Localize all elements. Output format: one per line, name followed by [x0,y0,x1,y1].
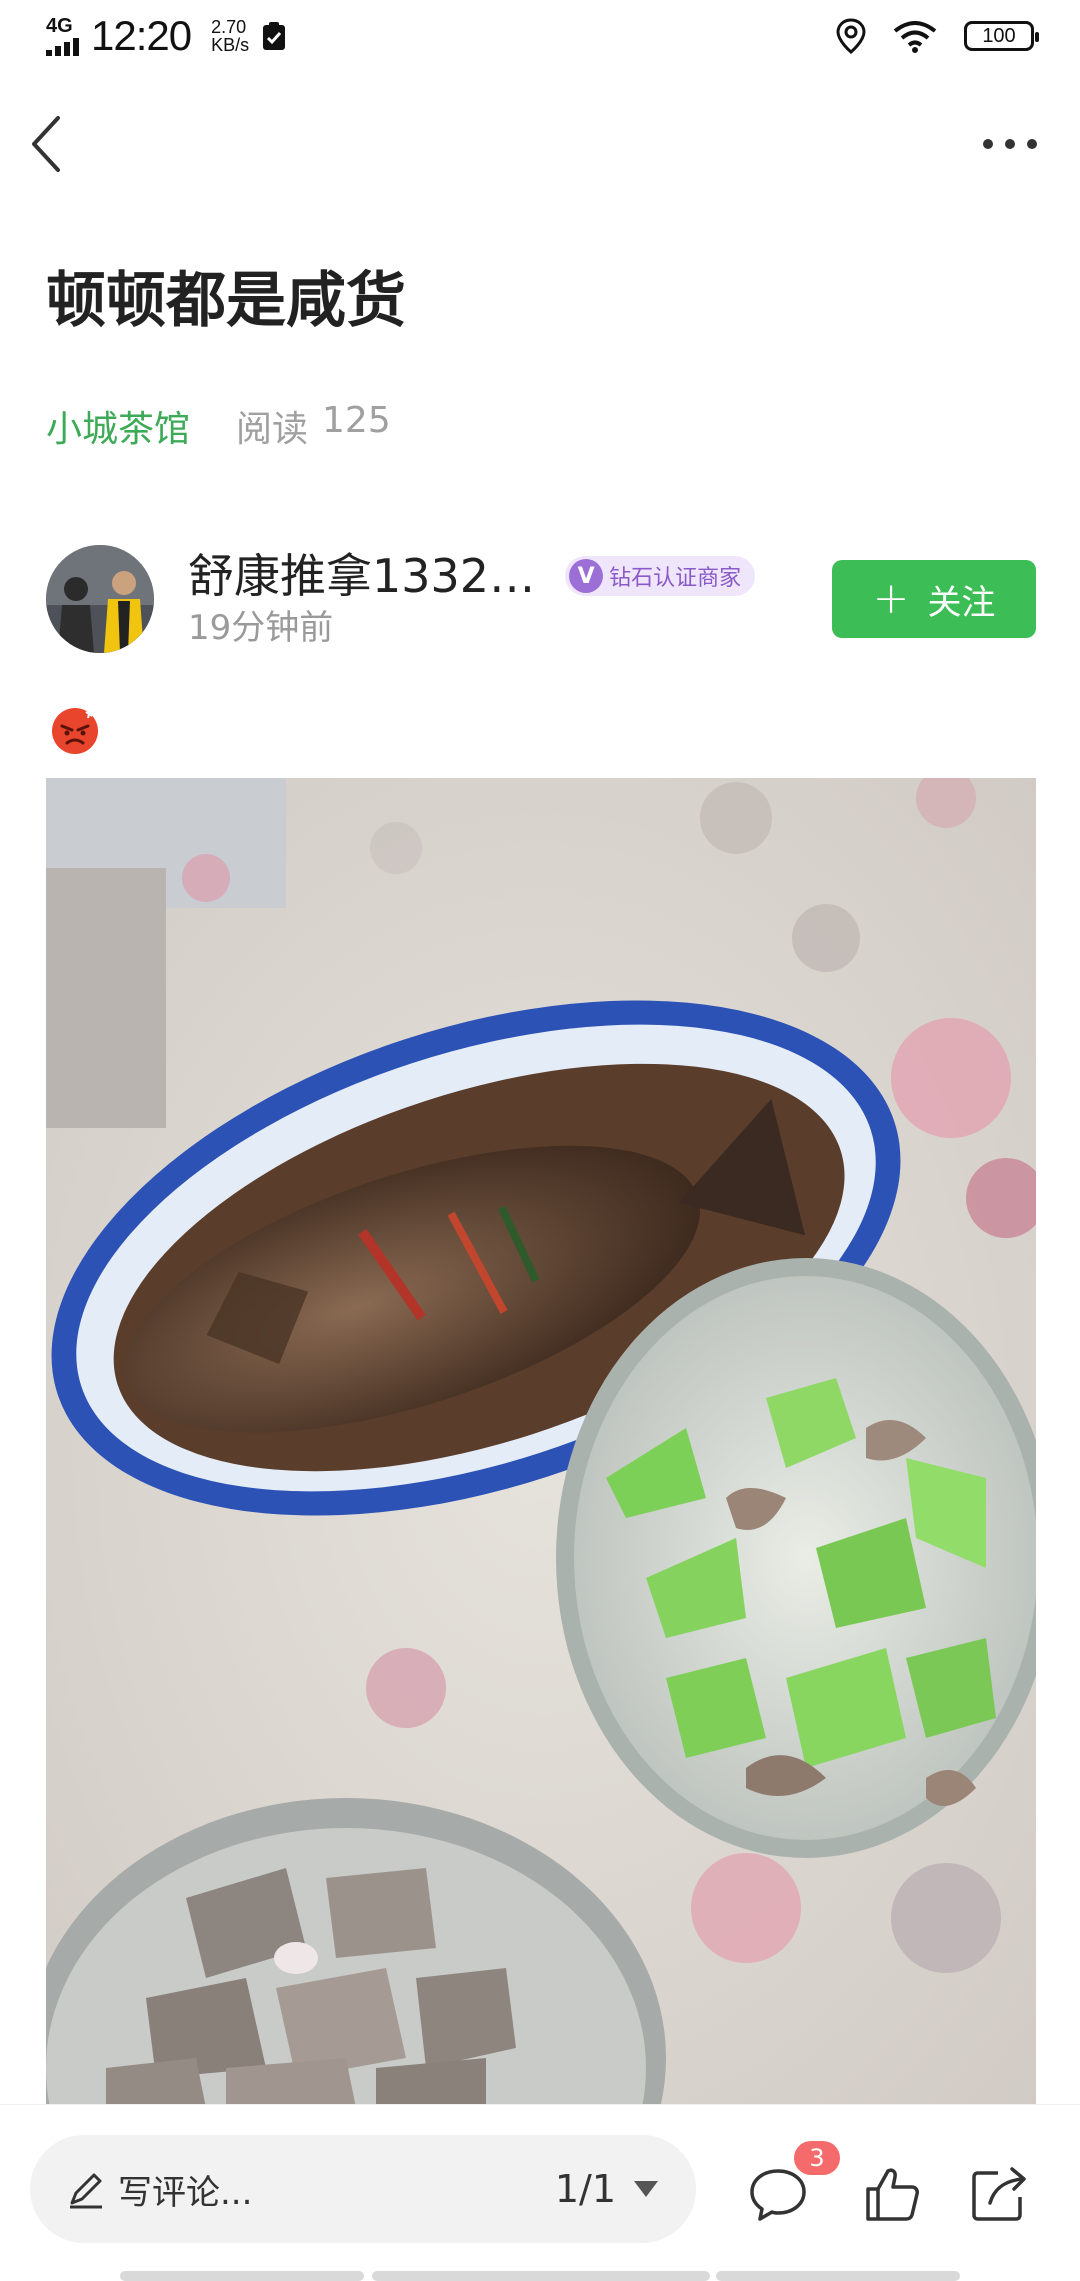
reads-value: 125 [322,400,391,441]
author-row: 舒康推拿1332… V 钻石认证商家 19分钟前 + 关注 [46,544,1036,654]
status-bar: 4G 12:20 2.70 KB/s 100 [0,0,1080,72]
clipboard-icon [263,22,286,50]
post-photo[interactable] [46,778,1036,2108]
battery-indicator: 100 [964,21,1039,51]
speed-unit: KB/s [211,35,250,55]
verified-badge: V 钻石认证商家 [565,556,756,596]
plus-icon: + [872,573,910,624]
more-dots-icon[interactable] [980,130,1040,158]
signal-icon: 4G [46,16,79,56]
clock: 12:20 [91,12,192,59]
angry-face-emoji-icon [52,708,98,754]
comment-input[interactable]: 写评论... 1/1 [30,2135,696,2243]
wifi-icon [893,21,937,53]
article-meta: 小城茶馆 阅读 125 [46,400,1036,452]
share-icon[interactable] [968,2163,1028,2223]
network-type: 4G [46,15,73,37]
caret-down-icon[interactable] [632,2179,660,2199]
reads-label: 阅读 [236,409,309,450]
bottom-action-bar: 写评论... 1/1 3 [0,2104,1080,2281]
speed-value: 2.70 [211,17,247,37]
badge-label: 钻石认证商家 [609,566,742,591]
page-indicator: 1/1 [554,2167,616,2211]
follow-button[interactable]: + 关注 [832,560,1036,638]
comment-bubble-icon[interactable] [748,2163,808,2223]
author-name[interactable]: 舒康推拿1332… [188,548,535,604]
comment-placeholder: 写评论... [118,2172,253,2213]
verified-v-icon: V [569,559,604,593]
top-nav [0,104,1080,184]
pencil-icon [70,2173,102,2209]
thumbs-up-icon[interactable] [862,2163,922,2223]
avatar[interactable] [46,545,154,653]
post-time: 19分钟前 [188,608,334,648]
location-icon [836,18,866,54]
channel-link[interactable]: 小城茶馆 [46,400,190,452]
network-speed: 2.70 KB/s [211,18,249,54]
read-count: 阅读 125 [236,400,391,452]
article-title: 顿顿都是咸货 [46,266,406,336]
follow-label: 关注 [927,582,996,623]
back-chevron-icon[interactable] [28,112,68,176]
comment-count-badge: 3 [794,2141,840,2175]
